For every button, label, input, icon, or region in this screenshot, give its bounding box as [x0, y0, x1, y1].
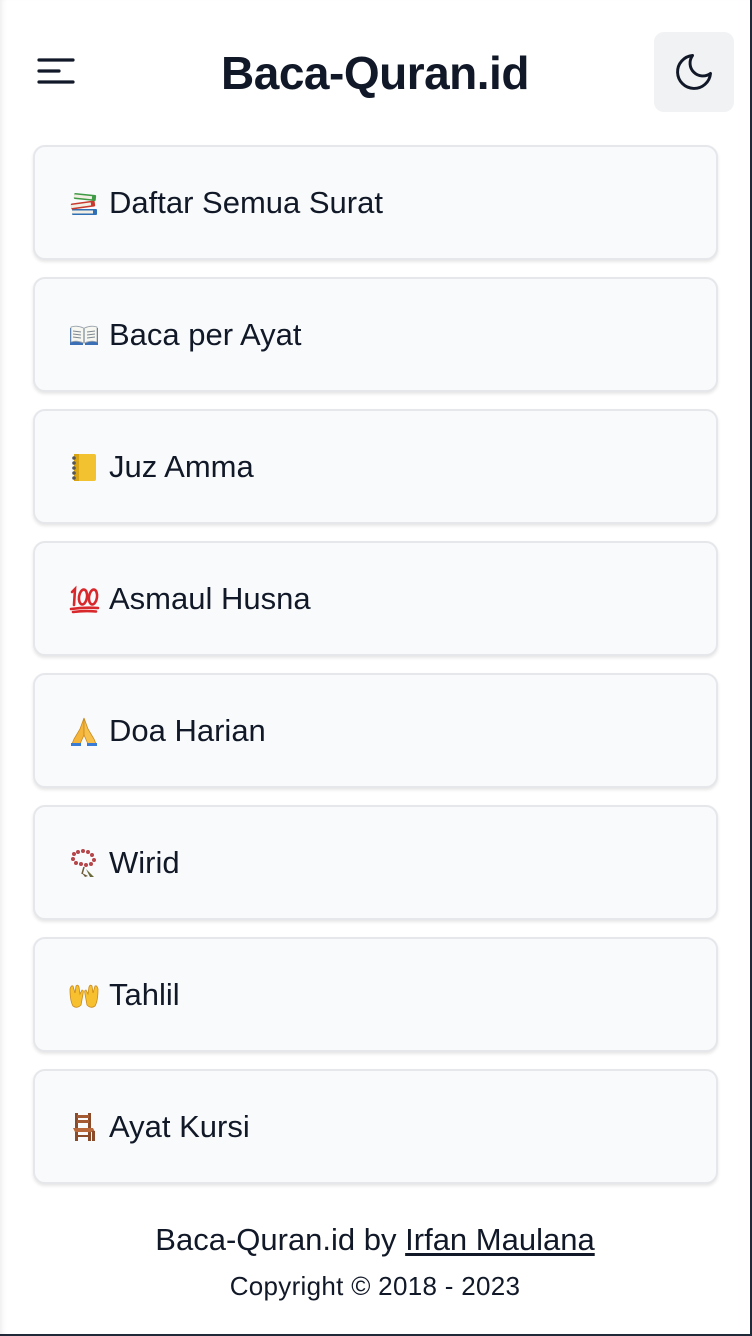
main-menu: Daftar Semua Surat Baca per Ayat Juz Amm… [33, 145, 718, 1201]
menu-item-label: Juz Amma [109, 448, 254, 484]
menu-item-wirid[interactable]: Wirid [33, 805, 718, 920]
app-window: Baca-Quran.id Daftar Semua Surat Baca pe… [0, 0, 752, 1336]
prayer-beads-icon [67, 846, 101, 880]
notebook-icon [67, 450, 101, 484]
copyright-text: Copyright © 2018 - 2023 [229, 1271, 521, 1301]
menu-item-label: Asmaul Husna [109, 580, 311, 616]
menu-item-label: Baca per Ayat [109, 316, 302, 352]
menu-item-label: Tahlil [109, 976, 180, 1012]
menu-item-juz-amma[interactable]: Juz Amma [33, 409, 718, 524]
palms-up-icon [67, 978, 101, 1012]
page-footer: Baca-Quran.id by Irfan Maulana Copyright… [0, 1218, 750, 1302]
books-icon [67, 186, 101, 220]
menu-item-label: Ayat Kursi [109, 1108, 250, 1144]
top-header: Baca-Quran.id [0, 0, 750, 140]
menu-item-label: Doa Harian [109, 712, 266, 748]
chair-icon [67, 1110, 101, 1144]
menu-item-daftar-semua-surat[interactable]: Daftar Semua Surat [33, 145, 718, 260]
menu-item-label: Daftar Semua Surat [109, 184, 383, 220]
moon-icon [676, 54, 712, 90]
folded-hands-icon [67, 714, 101, 748]
menu-item-doa-harian[interactable]: Doa Harian [33, 673, 718, 788]
theme-toggle-button[interactable] [654, 32, 734, 112]
menu-item-baca-per-ayat[interactable]: Baca per Ayat [33, 277, 718, 392]
credit-prefix: Baca-Quran.id by [155, 1222, 406, 1257]
author-link[interactable]: Irfan Maulana [405, 1222, 595, 1257]
hundred-points-icon [67, 582, 101, 616]
open-book-icon [67, 318, 101, 352]
site-title[interactable]: Baca-Quran.id [0, 44, 750, 102]
menu-item-label: Wirid [109, 844, 180, 880]
credit-line: Baca-Quran.id by Irfan Maulana [0, 1218, 750, 1262]
menu-item-asmaul-husna[interactable]: Asmaul Husna [33, 541, 718, 656]
menu-item-ayat-kursi[interactable]: Ayat Kursi [33, 1069, 718, 1184]
menu-item-tahlil[interactable]: Tahlil [33, 937, 718, 1052]
